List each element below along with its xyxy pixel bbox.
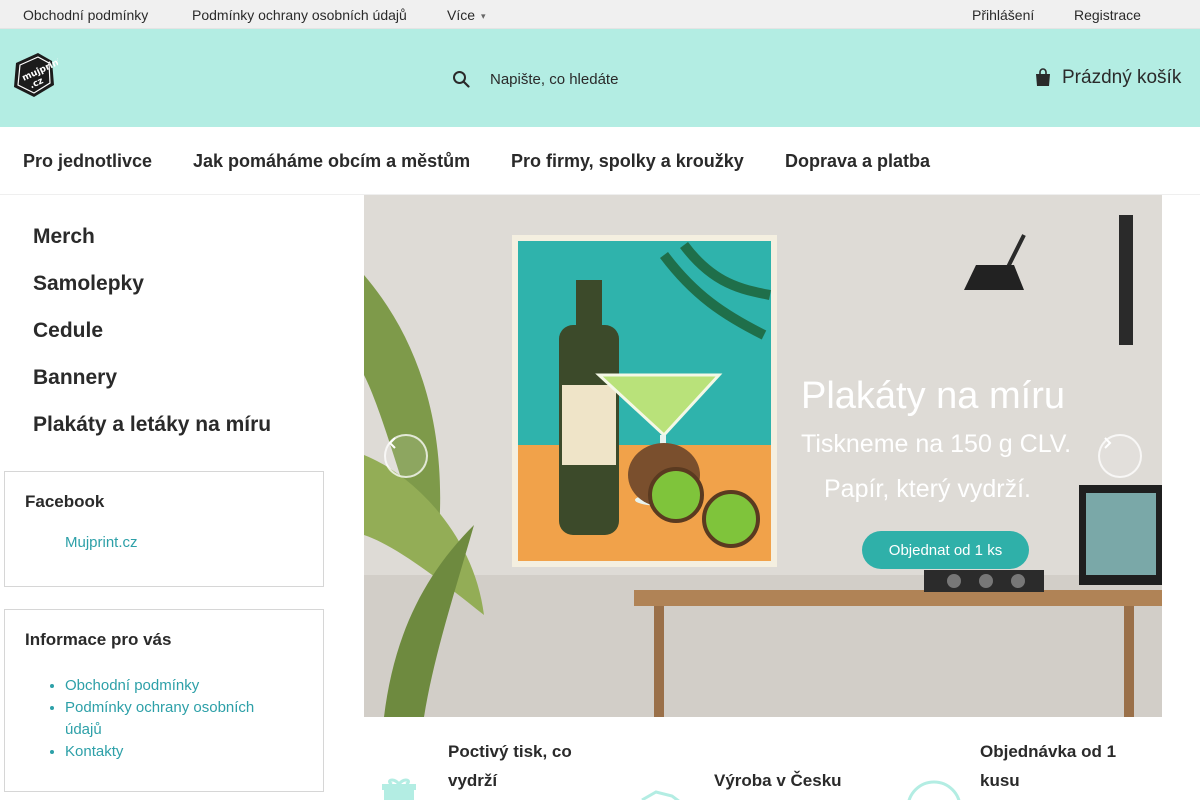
banner-subtitle-2: Papír, který vydrží. xyxy=(824,475,1032,503)
header: mujprint .cz Prázdný košík xyxy=(0,29,1200,127)
cart-button[interactable]: Prázdný košík xyxy=(1034,63,1181,93)
cart-label: Prázdný košík xyxy=(1062,67,1182,88)
feature-made-in-cz-label: Výroba v Česku xyxy=(714,771,842,790)
cart-icon xyxy=(1036,68,1050,86)
search-icon[interactable] xyxy=(452,70,470,88)
chevron-left-icon xyxy=(388,437,396,449)
nav-companies[interactable]: Pro firmy, spolky a kroužky xyxy=(511,151,744,172)
slider-prev-button[interactable] xyxy=(384,434,428,478)
info-item: Obchodní podmínky xyxy=(65,675,323,697)
top-utility-bar: Obchodní podmínky Podmínky ochrany osobn… xyxy=(0,0,1200,29)
facebook-box: Facebook Mujprint.cz xyxy=(4,471,324,587)
one-icon xyxy=(907,780,961,800)
top-link-privacy[interactable]: Podmínky ochrany osobních údajů xyxy=(192,7,407,23)
info-link-contacts[interactable]: Kontakty xyxy=(65,743,123,760)
feature-made-in-cz: Výroba v Česku xyxy=(630,730,890,800)
nav-municipalities[interactable]: Jak pomáháme obcím a městům xyxy=(193,151,470,172)
more-label: Více xyxy=(447,7,476,23)
search-bar xyxy=(452,65,752,93)
feature-single-piece: Objednávka od 1 kusu xyxy=(896,730,1166,800)
logo-icon: mujprint .cz xyxy=(14,53,65,97)
category-posters[interactable]: Plakáty a letáky na míru xyxy=(33,406,271,453)
gift-icon xyxy=(382,778,416,800)
chevron-down-icon: ▾ xyxy=(481,10,486,21)
info-item: Kontakty xyxy=(65,741,323,763)
category-stickers[interactable]: Samolepky xyxy=(33,265,271,312)
banner-title: Plakáty na míru xyxy=(801,375,1065,417)
info-link-terms[interactable]: Obchodní podmínky xyxy=(65,677,199,694)
feature-quality: Poctivý tisk, co vydrží xyxy=(364,730,624,800)
facebook-title: Facebook xyxy=(25,492,105,511)
info-box: Informace pro vás Obchodní podmínky Podm… xyxy=(4,609,324,792)
nav-shipping-payment[interactable]: Doprava a platba xyxy=(785,151,930,172)
category-signs[interactable]: Cedule xyxy=(33,312,271,359)
category-menu: Merch Samolepky Cedule Bannery Plakáty a… xyxy=(33,218,271,453)
facebook-link[interactable]: Mujprint.cz xyxy=(65,534,323,551)
banner-cta-button[interactable]: Objednat od 1 ks xyxy=(862,531,1029,569)
slider-next-button[interactable] xyxy=(1098,434,1142,478)
register-link[interactable]: Registrace xyxy=(1074,7,1141,23)
feature-quality-label: Poctivý tisk, co vydrží xyxy=(448,742,572,790)
feature-single-piece-label: Objednávka od 1 kusu xyxy=(980,742,1117,790)
map-icon xyxy=(641,790,680,800)
category-merch[interactable]: Merch xyxy=(33,218,271,265)
chevron-right-icon xyxy=(1104,437,1112,449)
hero-banner[interactable]: Plakáty na míru Tiskneme na 150 g CLV. P… xyxy=(364,195,1162,717)
main-navigation: Pro jednotlivce Jak pomáháme obcím a měs… xyxy=(0,127,1200,195)
info-item: Podmínky ochrany osobních údajů xyxy=(65,697,285,741)
banner-subtitle-1: Tiskneme na 150 g CLV. xyxy=(801,430,1072,458)
nav-individuals[interactable]: Pro jednotlivce xyxy=(23,151,152,172)
top-link-terms[interactable]: Obchodní podmínky xyxy=(23,7,148,23)
info-links: Obchodní podmínky Podmínky ochrany osobn… xyxy=(65,675,323,763)
top-link-more[interactable]: Více ▾ xyxy=(447,7,486,23)
search-input[interactable] xyxy=(490,70,750,88)
login-link[interactable]: Přihlášení xyxy=(972,7,1034,23)
category-banners[interactable]: Bannery xyxy=(33,359,271,406)
info-title: Informace pro vás xyxy=(25,630,172,649)
info-link-privacy[interactable]: Podmínky ochrany osobních údajů xyxy=(65,699,254,738)
site-logo[interactable]: mujprint .cz xyxy=(10,49,65,101)
